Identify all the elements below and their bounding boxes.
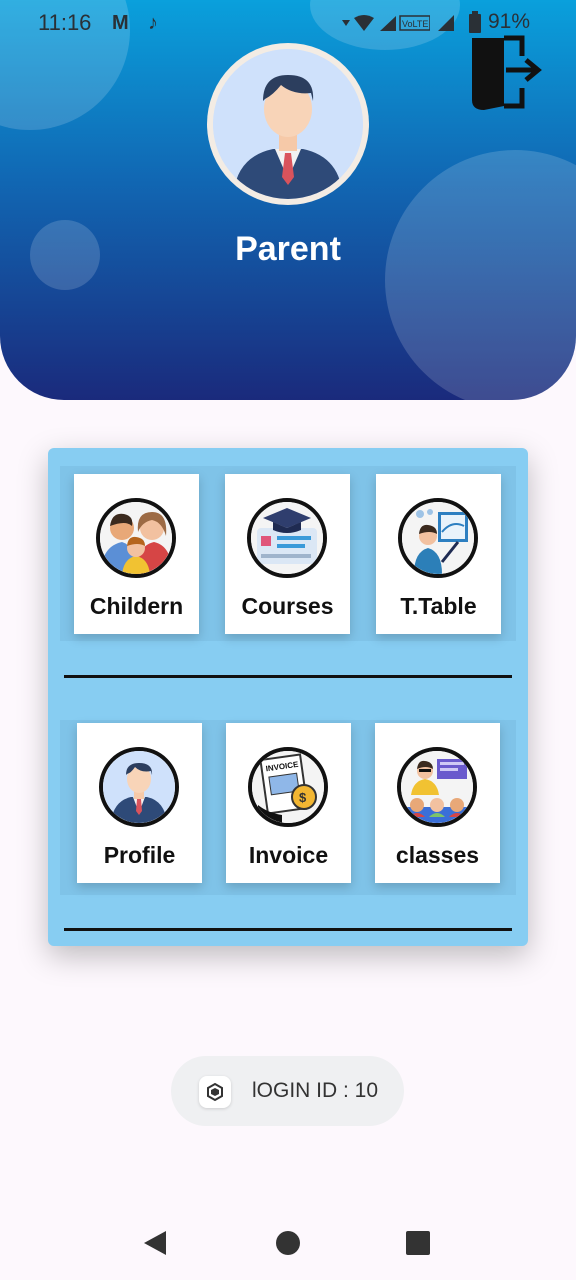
logout-icon[interactable] — [466, 32, 542, 112]
login-id-toast: lOGIN ID : 10 — [171, 1056, 404, 1126]
page-title: Parent — [235, 230, 341, 268]
svg-text:VoLTE: VoLTE — [402, 19, 428, 29]
menu-tile-classes[interactable]: classes — [375, 723, 500, 883]
menu-tile-invoice[interactable]: INVOICE $ Invoice — [226, 723, 351, 883]
home-icon[interactable] — [272, 1227, 304, 1259]
status-time: 11:16 — [38, 10, 92, 35]
invoice-icon: INVOICE $ — [248, 747, 328, 827]
battery-percent: 91% — [487, 10, 530, 33]
divider — [64, 928, 512, 931]
timetable-icon — [398, 498, 478, 578]
app-logo-icon — [199, 1076, 231, 1108]
recents-icon[interactable] — [402, 1227, 434, 1259]
menu-panel: Childern Courses T.Table Profile INVOICE… — [48, 448, 528, 946]
menu-tile-label: Invoice — [248, 842, 329, 868]
menu-tile-courses[interactable]: Courses — [225, 474, 350, 634]
back-icon[interactable] — [140, 1227, 172, 1259]
profile-icon — [99, 747, 179, 827]
menu-tile-label: classes — [395, 842, 480, 868]
svg-text:$: $ — [299, 790, 307, 805]
courses-icon — [247, 498, 327, 578]
family-icon — [96, 498, 176, 578]
tiktok-icon: ♪ — [148, 12, 158, 34]
header: 11:16 M ♪ VoLTE 91% Parent — [0, 0, 576, 400]
signal-icon: VoLTE — [342, 15, 430, 31]
menu-tile-timetable[interactable]: T.Table — [376, 474, 501, 634]
signal-icon — [438, 15, 454, 31]
navigation-bar — [0, 1205, 576, 1280]
login-id-text: lOGIN ID : 10 — [252, 1079, 379, 1102]
parent-avatar-icon — [213, 49, 363, 199]
menu-tile-profile[interactable]: Profile — [77, 723, 202, 883]
menu-tile-label: Courses — [241, 593, 334, 619]
menu-tile-label: Childern — [89, 593, 184, 619]
menu-tile-label: Profile — [103, 842, 176, 868]
menu-tile-childern[interactable]: Childern — [74, 474, 199, 634]
divider — [64, 675, 512, 678]
battery-icon — [469, 11, 481, 33]
classes-icon — [397, 747, 477, 827]
menu-tile-label: T.Table — [400, 593, 477, 619]
avatar — [207, 43, 369, 205]
decor-bubble — [385, 150, 576, 400]
gmail-icon: M — [112, 12, 129, 34]
